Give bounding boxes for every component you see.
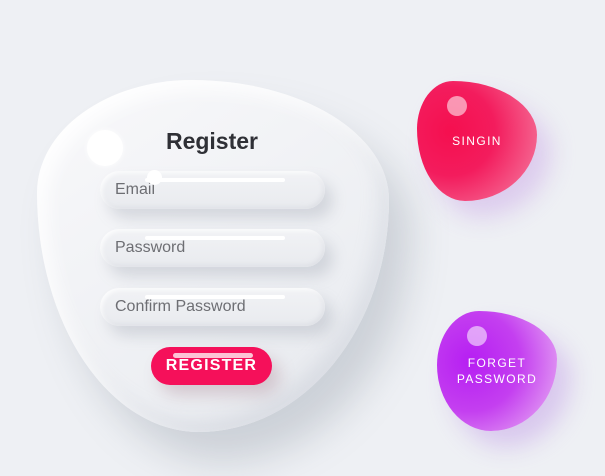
confirm-password-field[interactable]: Confirm Password <box>100 288 325 326</box>
register-title: Register <box>165 128 259 154</box>
password-field[interactable]: Password <box>100 229 325 267</box>
forget-label-line1: FORGET <box>467 356 527 370</box>
email-placeholder: Email <box>115 181 156 198</box>
forget-password-button-label: FORGET PASSWORD <box>437 355 557 387</box>
register-button-label: REGISTER <box>165 357 258 374</box>
signin-button[interactable]: SINGIN <box>417 81 537 201</box>
decorative-dot <box>447 96 467 116</box>
signin-button-label: SINGIN <box>417 133 537 149</box>
password-placeholder: Password <box>115 239 186 256</box>
email-field[interactable]: Email <box>100 171 325 209</box>
signin-label-text: SINGIN <box>452 134 502 148</box>
decorative-circle-small <box>147 170 162 185</box>
forget-password-button[interactable]: FORGET PASSWORD <box>437 311 557 431</box>
confirm-password-placeholder: Confirm Password <box>115 298 246 315</box>
decorative-dot <box>467 326 487 346</box>
register-button[interactable]: REGISTER <box>151 347 272 385</box>
forget-label-line2: PASSWORD <box>456 372 538 386</box>
field-gloss <box>145 178 285 182</box>
